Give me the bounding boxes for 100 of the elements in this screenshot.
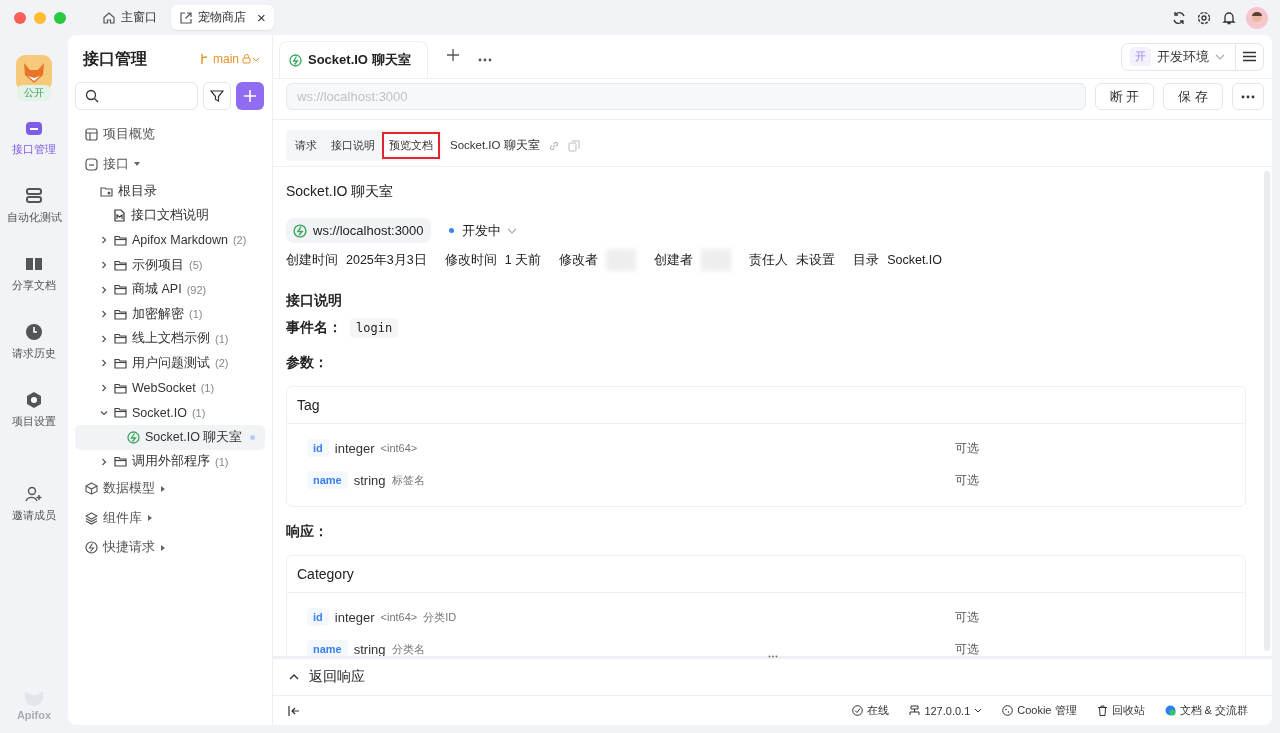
search-field[interactable] bbox=[75, 82, 198, 110]
meta-label: 责任人 bbox=[749, 251, 789, 269]
tree-item[interactable]: 接口文档说明 bbox=[75, 203, 265, 229]
event-name: login bbox=[350, 318, 399, 338]
rail-item[interactable]: 邀请成员 bbox=[2, 481, 66, 527]
action-button[interactable]: 断 开 bbox=[1094, 83, 1155, 110]
status-bar-item[interactable]: 在线 bbox=[852, 703, 890, 718]
tree-item[interactable]: 加密解密 (1) bbox=[75, 301, 265, 327]
chevron-icon bbox=[506, 227, 517, 234]
avatar-icon[interactable] bbox=[1246, 6, 1268, 29]
view-tab[interactable]: 请求 bbox=[288, 132, 324, 159]
book-icon bbox=[25, 255, 43, 273]
tree-item[interactable]: 接口 bbox=[75, 149, 265, 179]
rail-item[interactable]: 接口管理 bbox=[2, 115, 66, 161]
chevron-icon bbox=[100, 408, 108, 417]
public-badge: 公开 bbox=[17, 85, 51, 101]
chevron-icon bbox=[1215, 53, 1225, 60]
rail-item[interactable]: 分享文档 bbox=[2, 251, 66, 297]
tree-item[interactable]: 根目录 bbox=[75, 179, 265, 204]
environment-selector[interactable]: 开 开发环境 bbox=[1121, 42, 1236, 71]
menu-button[interactable] bbox=[1236, 42, 1264, 71]
folder-icon bbox=[114, 258, 127, 272]
tree-item[interactable]: WebSocket (1) bbox=[75, 375, 265, 401]
window-tab[interactable]: 宠物商店 × bbox=[171, 5, 274, 30]
refresh-icon[interactable] bbox=[1171, 9, 1187, 26]
field-required: 可选 bbox=[955, 608, 979, 626]
close-window-button[interactable] bbox=[14, 11, 26, 24]
chat-icon bbox=[1164, 705, 1176, 716]
unsaved-dot bbox=[250, 434, 255, 440]
status-bar-item[interactable]: 文档 & 交流群 bbox=[1164, 703, 1248, 718]
tree-item[interactable]: 调用外部程序 (1) bbox=[75, 449, 265, 475]
caret-icon bbox=[160, 485, 166, 492]
tree-item[interactable]: Socket.IO 聊天室 bbox=[75, 424, 265, 450]
caret-icon bbox=[160, 544, 166, 551]
folder-icon bbox=[114, 381, 127, 395]
status-bar-item[interactable]: 回收站 bbox=[1096, 703, 1145, 718]
tree-item[interactable]: 示例项目 (5) bbox=[75, 252, 265, 278]
tree-item[interactable]: 线上文档示例 (1) bbox=[75, 326, 265, 352]
status-bar-item[interactable]: Cookie 管理 bbox=[1002, 703, 1077, 718]
tree-item[interactable]: 组件库 bbox=[75, 503, 265, 534]
field-name: id bbox=[307, 608, 329, 626]
more-icon bbox=[1241, 94, 1255, 99]
more-icon[interactable] bbox=[477, 58, 492, 62]
zoom-window-button[interactable] bbox=[54, 11, 66, 24]
tree-item[interactable]: Apifox Markdown (2) bbox=[75, 228, 265, 253]
chevron-icon bbox=[100, 261, 108, 270]
event-label: 事件名： bbox=[286, 319, 342, 337]
schema-name: Category bbox=[287, 556, 1245, 593]
tree-item[interactable]: 用户问题测试 (2) bbox=[75, 351, 265, 376]
editor-tab[interactable]: Socket.IO 聊天室 bbox=[279, 41, 428, 78]
tree-item[interactable]: Socket.IO (1) bbox=[75, 400, 265, 425]
field-required: 可选 bbox=[955, 471, 979, 489]
add-tab-icon[interactable] bbox=[445, 48, 460, 62]
tree-item[interactable]: 商城 API (92) bbox=[75, 277, 265, 302]
search-icon bbox=[85, 89, 99, 103]
drag-handle-icon[interactable] bbox=[768, 655, 778, 658]
view-tab[interactable]: 预览文档 bbox=[382, 132, 440, 159]
socket-icon bbox=[289, 53, 302, 67]
window-tab[interactable]: 主窗口 bbox=[94, 5, 165, 30]
folder-icon bbox=[114, 406, 127, 420]
chevron-icon bbox=[100, 236, 108, 245]
rail-item[interactable]: 自动化测试 bbox=[2, 183, 66, 229]
folder-icon bbox=[114, 283, 127, 297]
layers-icon bbox=[85, 511, 98, 525]
filter-button[interactable] bbox=[203, 82, 231, 110]
tree-item[interactable]: 数据模型 bbox=[75, 474, 265, 504]
layout-icon bbox=[85, 128, 98, 142]
view-tab[interactable]: 接口说明 bbox=[324, 132, 382, 159]
rail-item[interactable]: 项目设置 bbox=[2, 387, 66, 433]
settings-icon[interactable] bbox=[1196, 9, 1212, 26]
tree-item[interactable]: 项目概览 bbox=[75, 120, 265, 150]
status-selector[interactable]: 开发中 bbox=[448, 221, 517, 240]
response-panel-toggle[interactable]: 返回响应 bbox=[289, 668, 365, 686]
api-icon bbox=[85, 157, 98, 171]
field-type: integer bbox=[334, 609, 375, 625]
field-format: <int64> bbox=[380, 611, 418, 623]
folder-icon bbox=[114, 332, 127, 346]
markdown-icon bbox=[113, 209, 126, 223]
folder-icon bbox=[114, 307, 127, 321]
add-button[interactable] bbox=[236, 82, 264, 110]
action-button[interactable]: 保 存 bbox=[1163, 83, 1223, 110]
field-type: string bbox=[353, 472, 386, 488]
bell-icon[interactable] bbox=[1221, 9, 1237, 26]
tree-item[interactable]: 快捷请求 bbox=[75, 533, 265, 563]
bolt-icon bbox=[85, 541, 98, 555]
home-icon bbox=[102, 10, 116, 25]
field-description: 标签名 bbox=[391, 472, 425, 488]
rail-item[interactable]: 请求历史 bbox=[2, 319, 66, 365]
field-format: <int64> bbox=[380, 442, 418, 454]
meta-label: 创建者 bbox=[654, 251, 694, 269]
more-button[interactable] bbox=[1232, 83, 1264, 110]
chevron-icon bbox=[100, 359, 108, 368]
menu-icon bbox=[1243, 51, 1256, 62]
cookie-icon bbox=[1002, 705, 1014, 716]
section-heading: 响应： bbox=[286, 523, 329, 541]
collapse-sidebar-icon[interactable] bbox=[288, 705, 300, 716]
breadcrumb: Socket.IO 聊天室 bbox=[450, 138, 540, 153]
trash-icon bbox=[1096, 705, 1108, 716]
status-bar-item[interactable]: 127.0.0.1 bbox=[909, 704, 983, 717]
close-icon[interactable]: × bbox=[257, 9, 266, 26]
